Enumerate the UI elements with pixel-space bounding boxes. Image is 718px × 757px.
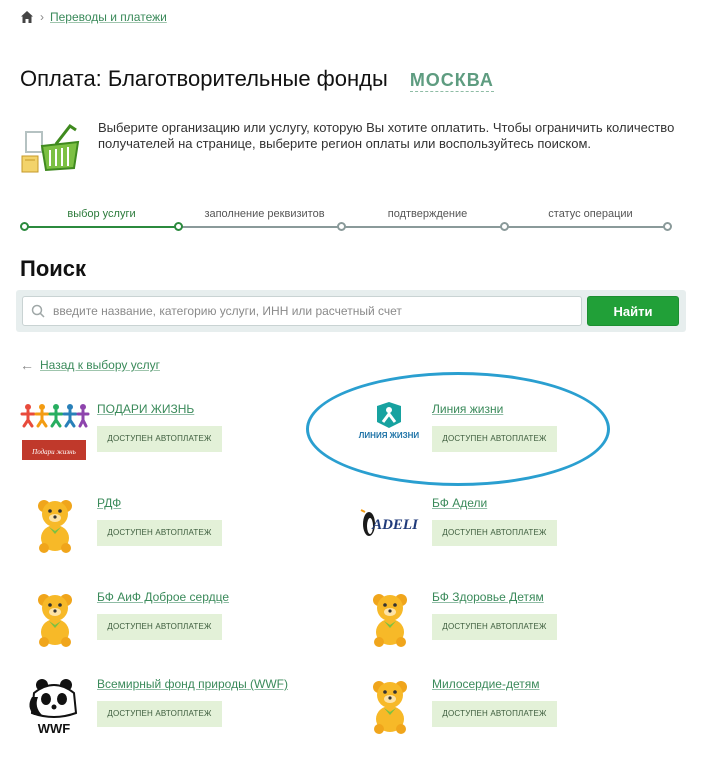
search-panel: Найти [16,290,686,332]
step-dot-3 [337,222,346,231]
search-heading: Поиск [20,256,87,281]
search-icon [31,304,45,318]
adeli-logo-caption: ADELI [371,517,419,533]
autopay-badge: ДОСТУПЕН АВТОПЛАТЕЖ [97,614,222,640]
provider-card: БФ Здоровье Детям ДОСТУПЕН АВТОПЛАТЕЖ [355,590,635,670]
autopay-badge: ДОСТУПЕН АВТОПЛАТЕЖ [97,701,222,727]
provider-card: РДФ ДОСТУПЕН АВТОПЛАТЕЖ [20,496,300,576]
step-line-inactive [179,226,668,228]
breadcrumb: › Переводы и платежи [20,10,167,24]
step-dot-1 [20,222,29,231]
provider-card: WWF Всемирный фонд природы (WWF) ДОСТУПЕ… [20,677,300,757]
title-row: Оплата: Благотворительные фонды МОСКВА [20,66,494,92]
provider-card: БФ АиФ Доброе сердце ДОСТУПЕН АВТОПЛАТЕЖ [20,590,300,670]
intro: Выберите организацию или услугу, которую… [20,120,700,176]
teddy-bear-icon[interactable] [20,590,90,650]
region-selector[interactable]: МОСКВА [409,70,494,92]
wwf-logo-caption: WWF [38,721,71,736]
back-link[interactable]: ← Назад к выбору услуг [20,357,160,373]
teddy-bear-icon[interactable] [355,590,425,650]
autopay-badge: ДОСТУПЕН АВТОПЛАТЕЖ [432,426,557,452]
provider-name-link[interactable]: БФ Адели [432,496,487,510]
provider-name-link[interactable]: Линия жизни [432,402,503,416]
provider-name-link[interactable]: БФ Здоровье Детям [432,590,544,604]
arrow-left-icon: ← [20,357,34,373]
provider-name-link[interactable]: РДФ [97,496,121,510]
autopay-badge: ДОСТУПЕН АВТОПЛАТЕЖ [97,520,222,546]
step-label-1: выбор услуги [67,208,136,220]
step-label-3: подтверждение [387,208,468,220]
podari-zhizn-logo[interactable]: Подари жизнь [20,402,90,462]
step-dot-4 [500,222,509,231]
provider-card: ADELI БФ Адели ДОСТУПЕН АВТОПЛАТЕЖ [355,496,635,576]
progress-steps: выбор услуги заполнение реквизитов подтв… [20,208,672,234]
step-dot-2 [174,222,183,231]
step-label-2: заполнение реквизитов [204,208,325,220]
autopay-badge: ДОСТУПЕН АВТОПЛАТЕЖ [432,520,557,546]
chevron-right-icon: › [40,10,44,24]
step-line-active [24,226,179,228]
podari-zhizn-logo-caption: Подари жизнь [31,448,76,456]
search-box[interactable] [22,296,582,326]
search-button[interactable]: Найти [587,296,679,326]
page-title: Оплата: Благотворительные фонды [20,66,388,91]
provider-name-link[interactable]: Всемирный фонд природы (WWF) [97,677,288,691]
wwf-panda-logo[interactable]: WWF [20,677,90,737]
adeli-logo[interactable]: ADELI [355,496,425,556]
autopay-badge: ДОСТУПЕН АВТОПЛАТЕЖ [432,701,557,727]
provider-card: Подари жизнь ПОДАРИ ЖИЗНЬ ДОСТУПЕН АВТОП… [20,402,300,482]
teddy-bear-icon[interactable] [20,496,90,556]
liniya-zhizni-logo-caption: ЛИНИЯ ЖИЗНИ [359,431,420,440]
autopay-badge: ДОСТУПЕН АВТОПЛАТЕЖ [432,614,557,640]
breadcrumb-link[interactable]: Переводы и платежи [50,10,167,24]
provider-name-link[interactable]: БФ АиФ Доброе сердце [97,590,229,604]
step-dot-5 [663,222,672,231]
home-icon[interactable] [20,10,34,24]
provider-name-link[interactable]: ПОДАРИ ЖИЗНЬ [97,402,194,416]
teddy-bear-icon[interactable] [355,677,425,737]
back-link-label: Назад к выбору услуг [40,358,160,372]
search-input[interactable] [51,303,571,319]
provider-card: ЛИНИЯ ЖИЗНИ Линия жизни ДОСТУПЕН АВТОПЛА… [355,402,635,482]
shopping-basket-icon [20,120,86,176]
intro-text: Выберите организацию или услугу, которую… [98,120,675,151]
provider-name-link[interactable]: Милосердие-детям [432,677,539,691]
autopay-badge: ДОСТУПЕН АВТОПЛАТЕЖ [97,426,222,452]
liniya-zhizni-logo[interactable]: ЛИНИЯ ЖИЗНИ [355,402,425,462]
step-label-4: статус операции [548,208,633,220]
provider-card: Милосердие-детям ДОСТУПЕН АВТОПЛАТЕЖ [355,677,635,757]
